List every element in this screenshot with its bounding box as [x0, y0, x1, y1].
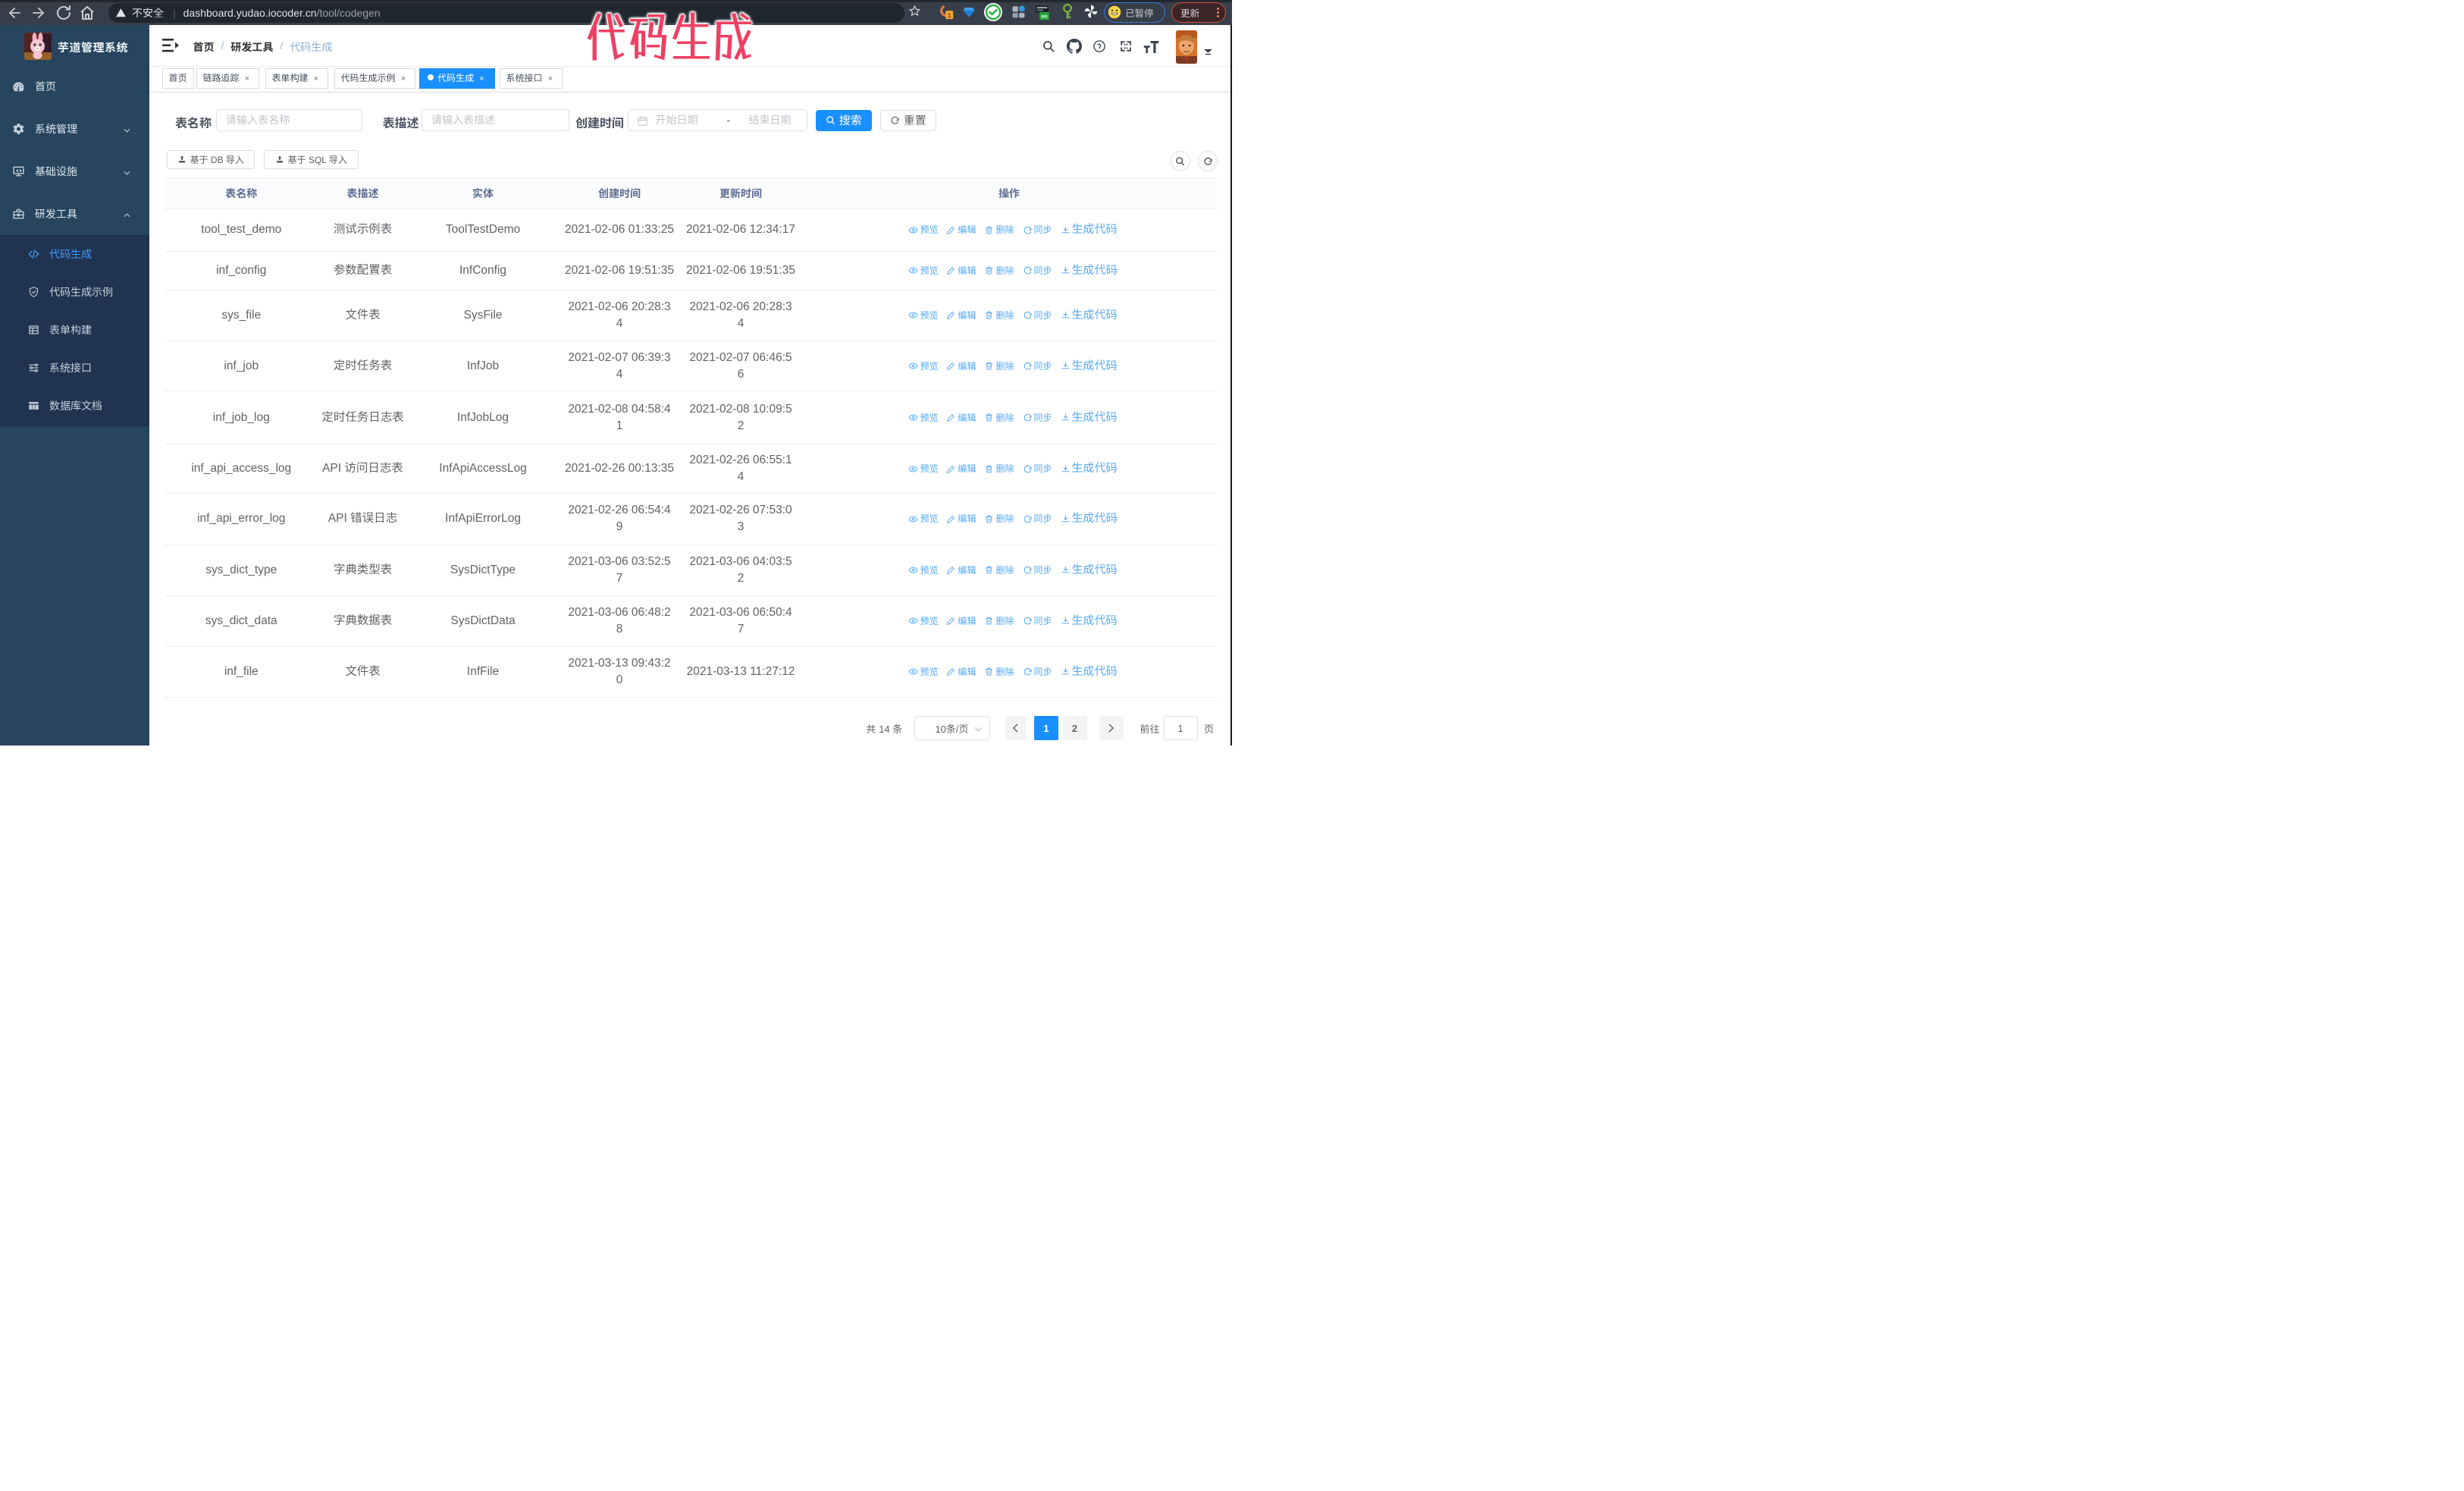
svg-text:on: on	[1041, 14, 1047, 20]
svg-text:1: 1	[948, 12, 951, 19]
